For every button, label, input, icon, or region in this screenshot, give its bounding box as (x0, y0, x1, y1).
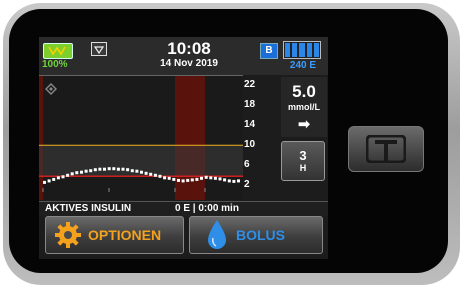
cgm-reading (153, 173, 157, 177)
pump-screen: 100% 10:08 14 Nov 2019 B 240 E 22 18 14 … (39, 37, 328, 259)
cgm-reading (112, 167, 116, 171)
clock-time: 10:08 (167, 39, 211, 58)
options-button[interactable]: OPTIONEN (45, 216, 184, 254)
cgm-reading (107, 167, 111, 171)
cgm-reading (98, 167, 102, 171)
cgm-reading (190, 178, 194, 182)
cgm-reading (218, 177, 222, 181)
cgm-reading (223, 178, 227, 182)
y-tick: 14 (244, 119, 256, 130)
y-tick: 22 (244, 79, 256, 90)
cgm-reading (116, 167, 120, 171)
bg-value: 5.0 (292, 82, 316, 101)
bolus-label: BOLUS (236, 227, 285, 243)
cgm-reading (135, 169, 139, 173)
t-logo-icon (366, 135, 406, 163)
y-tick: 6 (244, 159, 250, 170)
cgm-reading (66, 173, 70, 177)
gear-icon (55, 222, 81, 248)
cgm-graph-svg (39, 76, 243, 200)
insulin-units: 240 E (289, 60, 317, 71)
graph-hours-button[interactable]: 3 H (281, 141, 325, 181)
cgm-reading (70, 172, 74, 176)
cgm-reading (121, 167, 125, 171)
device-screen-button[interactable] (348, 126, 424, 172)
y-tick: 10 (244, 139, 256, 150)
cgm-reading (89, 169, 93, 173)
cgm-reading (177, 178, 180, 182)
alert-icon[interactable] (91, 42, 107, 56)
cgm-reading (204, 175, 208, 179)
bolus-button[interactable]: BOLUS (189, 216, 323, 254)
cgm-reading (167, 176, 171, 180)
cgm-reading (75, 171, 79, 175)
cgm-reading (232, 179, 236, 183)
options-label: OPTIONEN (88, 227, 162, 243)
cgm-reading (80, 170, 83, 174)
cgm-reading (144, 171, 148, 175)
cgm-reading (158, 174, 162, 178)
status-bar: 100% 10:08 14 Nov 2019 B 240 E (39, 37, 328, 75)
bolus-badge: B (260, 43, 278, 59)
cgm-reading (103, 167, 106, 171)
trend-arrow-icon: ➡ (297, 116, 311, 133)
cgm-reading (47, 179, 51, 183)
cgm-reading (227, 179, 231, 183)
hours-value: 3 (299, 148, 307, 163)
clock-date: 14 Nov 2019 (160, 58, 218, 69)
cgm-reading (43, 180, 46, 184)
cgm-reading (140, 170, 143, 174)
cgm-reading (237, 179, 240, 183)
iob-bar: AKTIVES INSULIN 0 E | 0:00 min (39, 201, 328, 216)
y-tick: 2 (244, 179, 250, 190)
hours-unit: H (299, 163, 307, 173)
cgm-reading (61, 175, 65, 179)
cgm-reading (200, 176, 203, 180)
cgm-reading (56, 176, 60, 180)
event-band (39, 76, 43, 200)
iob-label: AKTIVES INSULIN (45, 203, 132, 214)
cgm-reading (130, 169, 134, 173)
drop-icon (208, 220, 226, 249)
battery-percent: 100% (42, 59, 68, 70)
insulin-level-icon (283, 41, 321, 59)
cgm-reading (126, 168, 130, 172)
cgm-reading (149, 172, 153, 176)
cgm-reading (186, 178, 190, 182)
cgm-reading (163, 176, 167, 180)
cgm-reading (84, 169, 88, 173)
bg-panel: 5.0 mmol/L ➡ (281, 77, 327, 137)
cgm-reading (52, 177, 56, 181)
diamond-marker-icon-inner (49, 87, 53, 91)
battery-icon (43, 43, 73, 59)
cgm-graph[interactable] (39, 75, 243, 200)
cgm-reading (209, 176, 213, 180)
cgm-reading (93, 168, 97, 172)
iob-value: 0 E | 0:00 min (175, 203, 239, 214)
cgm-reading (181, 179, 185, 183)
cgm-reading (195, 177, 199, 181)
bg-unit: mmol/L (287, 102, 320, 112)
cgm-reading (172, 177, 176, 181)
y-tick: 18 (244, 99, 256, 110)
cgm-reading (213, 176, 217, 180)
